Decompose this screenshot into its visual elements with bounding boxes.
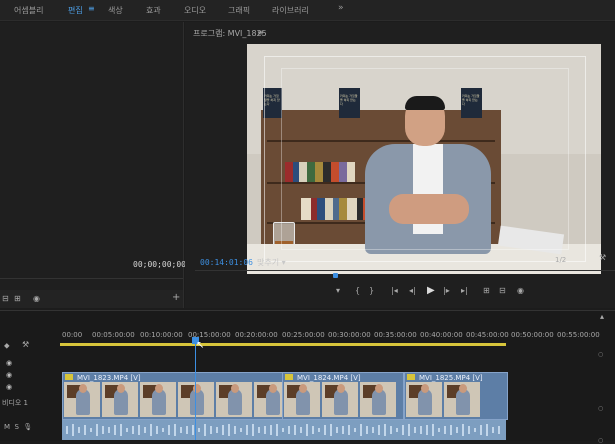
go-to-out-button[interactable]: ▸| — [461, 286, 468, 295]
video-clip[interactable]: MVI_1824.MP4 [V] — [282, 372, 404, 420]
workspace-tab-libraries[interactable]: 라이브러리 — [272, 5, 309, 16]
ruler-label: 00:25:00:00 — [282, 331, 325, 339]
ruler-label: 00:00 — [62, 331, 83, 339]
program-panel: 프로그램: MVI_1825 ≡ 카피는 거짓말을 하지 않는다 카피는 거짓말… — [185, 22, 615, 308]
source-timecode[interactable]: 00;00;00;00 — [133, 260, 186, 269]
insert-clip-icon[interactable]: ⊟ — [2, 294, 9, 303]
program-panel-menu-icon[interactable]: ≡ — [257, 28, 264, 37]
ruler-label: 00:55:00:00 — [557, 331, 600, 339]
ruler-label: 00:40:00:00 — [420, 331, 463, 339]
ruler-label: 00:05:00:00 — [92, 331, 135, 339]
snap-icon[interactable]: ⬥ — [4, 341, 10, 351]
clip-thumbnail — [64, 382, 100, 417]
timeline-settings-wrench-icon[interactable]: ⚒ — [22, 340, 29, 349]
ruler-label: 00:45:00:00 — [466, 331, 509, 339]
overwrite-clip-icon[interactable]: ⊞ — [14, 294, 21, 303]
fit-dropdown-arrow-icon: ▾ — [281, 258, 286, 267]
timeline-menu-icon[interactable]: ▴ — [600, 312, 604, 321]
audio-waveform — [66, 424, 500, 436]
workspace-tab-audio[interactable]: 오디오 — [184, 5, 206, 16]
clip-thumbnail — [284, 382, 320, 417]
timeline-ruler[interactable]: 00:00 00:05:00:00 00:10:00:00 00:15:00:0… — [60, 323, 615, 345]
ruler-label: 00:20:00:00 — [235, 331, 278, 339]
track-v1-visibility-icon[interactable]: ◉ — [6, 383, 12, 391]
go-to-in-button[interactable]: |◂ — [391, 286, 398, 295]
mark-in-button[interactable]: { — [355, 286, 360, 295]
play-button[interactable]: ▶ — [427, 285, 435, 296]
workspace-menu-icon[interactable]: ≡ — [88, 4, 95, 13]
clip-label: MVI_1824.MP4 [V] — [297, 374, 361, 382]
track-video-label: 비디오 1 — [2, 399, 28, 407]
source-button-bar: ⊟ ⊞ ◉ + — [0, 290, 183, 308]
clip-thumbnail — [178, 382, 214, 417]
marker-icon[interactable]: ▾ — [336, 286, 340, 295]
workspace-tab-editing[interactable]: 편집 — [68, 5, 83, 16]
program-playhead-icon[interactable] — [333, 273, 338, 278]
fx-badge-icon — [285, 374, 293, 380]
add-button-icon[interactable]: + — [172, 292, 180, 303]
export-frame-button[interactable]: ◉ — [517, 286, 524, 295]
workspace-tab-assembly[interactable]: 어셈블리 — [14, 5, 43, 16]
settings-wrench-icon[interactable]: ⚒ — [599, 253, 606, 262]
clip-thumbnail — [322, 382, 358, 417]
fit-dropdown[interactable]: 맞추기 ▾ — [257, 257, 286, 268]
ruler-label: 00:10:00:00 — [140, 331, 183, 339]
source-panel: 00;00;00;00 ⊟ ⊞ ◉ + — [0, 22, 186, 308]
workspace-bar: 어셈블리 편집 ≡ 색상 효과 오디오 그래픽 라이브러리 » — [0, 0, 615, 21]
program-scrub-bar[interactable] — [195, 270, 615, 283]
ruler-label: 00:35:00:00 — [374, 331, 417, 339]
ruler-label: 00:50:00:00 — [511, 331, 554, 339]
audio-clip[interactable] — [62, 420, 506, 440]
video-clip[interactable]: MVI_1823.MP4 [V] — [62, 372, 288, 420]
mouse-cursor-icon: ↖ — [196, 340, 205, 351]
clip-thumbnail — [444, 382, 480, 417]
ruler-label: 00:30:00:00 — [328, 331, 371, 339]
clip-thumbnail — [102, 382, 138, 417]
fx-badge-icon — [65, 374, 73, 380]
track-audio-header-icons[interactable]: M S 🎙 — [4, 423, 32, 431]
clip-thumbnail — [140, 382, 176, 417]
transport-controls: ▾ { } |◂ ◂| ▶ |▸ ▸| ⊞ ⊟ ◉ — [185, 284, 615, 300]
program-video-frame[interactable]: 카피는 거짓말을 하지 않는다 카피는 거짓말을 하지 않는다 카피는 거짓말을… — [247, 44, 601, 274]
mark-out-button[interactable]: } — [369, 286, 374, 295]
work-area-bar[interactable] — [60, 343, 506, 346]
lift-button[interactable]: ⊞ — [483, 286, 490, 295]
resolution-dropdown[interactable]: 1/2 — [555, 256, 566, 264]
track-v2-visibility-icon[interactable]: ◉ — [6, 371, 12, 379]
program-timecode[interactable]: 00:14:01:06 — [200, 258, 253, 267]
clip-label: MVI_1825.MP4 [V] — [419, 374, 483, 382]
more-workspaces-icon[interactable]: » — [338, 3, 344, 13]
track-v3-visibility-icon[interactable]: ◉ — [6, 359, 12, 367]
video-clip[interactable]: MVI_1825.MP4 [V] — [404, 372, 508, 420]
clip-thumbnail — [360, 382, 396, 417]
workspace-tab-color[interactable]: 색상 — [108, 5, 123, 16]
source-scrub-bar[interactable] — [0, 278, 183, 289]
clip-thumbnail — [216, 382, 252, 417]
fx-badge-icon — [407, 374, 415, 380]
workspace-tab-effects[interactable]: 효과 — [146, 5, 161, 16]
safe-margin-title — [281, 68, 569, 250]
clip-thumbnail — [406, 382, 442, 417]
clip-label: MVI_1823.MP4 [V] — [77, 374, 141, 382]
timeline-playhead-line[interactable] — [195, 338, 196, 440]
extract-button[interactable]: ⊟ — [499, 286, 506, 295]
step-back-button[interactable]: ◂| — [409, 286, 416, 295]
camera-icon[interactable]: ◉ — [33, 294, 40, 303]
timeline-vertical-scrollbar[interactable]: ○ ○ ○ — [596, 351, 606, 444]
step-forward-button[interactable]: |▸ — [443, 286, 450, 295]
workspace-tab-graphics[interactable]: 그래픽 — [228, 5, 250, 16]
program-panel-title[interactable]: 프로그램: MVI_1825 — [193, 28, 267, 39]
